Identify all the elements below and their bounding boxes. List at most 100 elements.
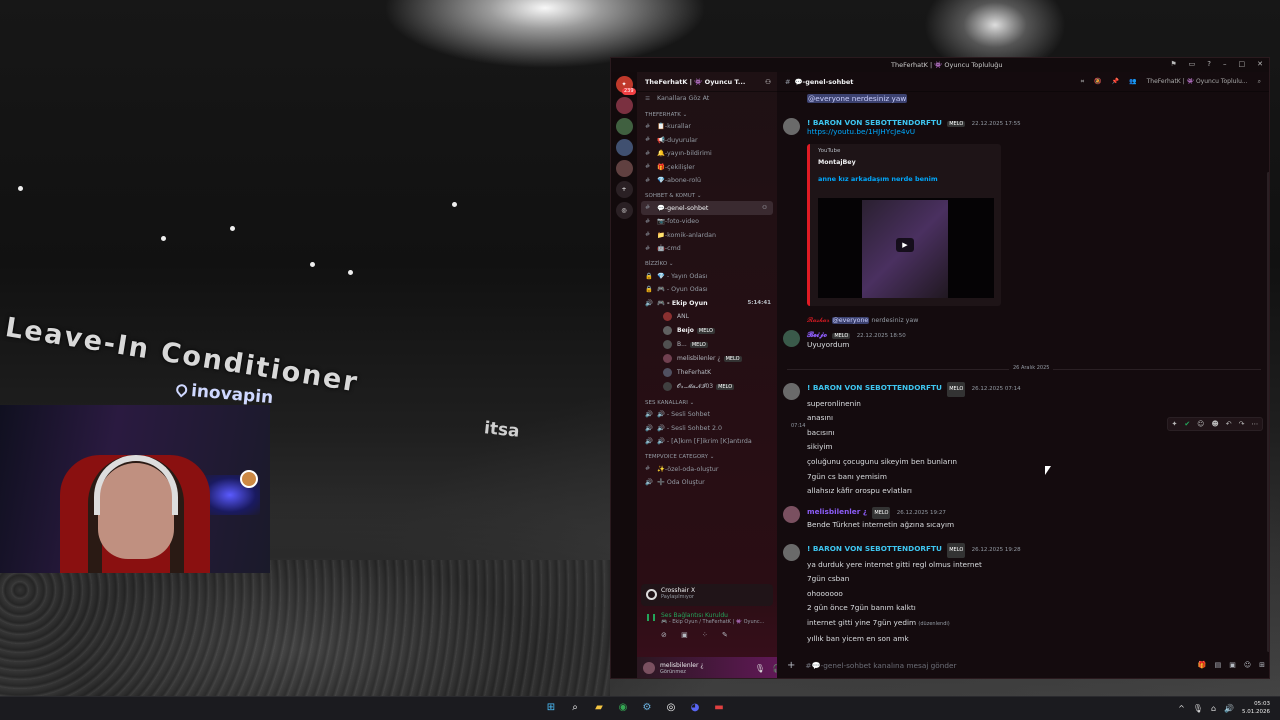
gif-icon[interactable]: ▤	[1215, 661, 1222, 669]
voice-user[interactable]: 𝓞𝓻.𝓜𝓪𝓝𝓘03 MELO	[637, 380, 777, 394]
activity-panel[interactable]: Crosshair X Paylaşılmıyor	[641, 584, 773, 606]
help-icon[interactable]: ?	[1207, 60, 1211, 68]
avatar[interactable]	[783, 118, 800, 135]
file-explorer-icon[interactable]: ▰	[592, 701, 606, 715]
members-icon[interactable]: 👥	[1129, 78, 1136, 86]
react-icon[interactable]: ✦	[1171, 420, 1177, 428]
mic-icon[interactable]: 🎙	[1193, 704, 1203, 713]
check-icon[interactable]: ✔	[1184, 420, 1190, 428]
server-icon[interactable]	[615, 160, 633, 177]
home-server-icon[interactable]: ✦ 239	[615, 76, 636, 95]
app-icon[interactable]: ◎	[664, 701, 678, 715]
avatar[interactable]	[783, 330, 800, 347]
discord-icon[interactable]: ◕	[688, 701, 702, 715]
channel-item[interactable]: # 📁-komik-anlardan	[637, 228, 777, 242]
channel-item[interactable]: # 🔔-yayın-bildirimi	[637, 147, 777, 161]
channel-item[interactable]: # 💎-abone-rolü	[637, 174, 777, 188]
add-reaction-icon[interactable]: ☻	[1211, 420, 1218, 428]
video-thumbnail[interactable]: ▶	[818, 198, 994, 298]
voice-channel-active[interactable]: 🔊 🎮 - Ekip Oyun 5:14:41	[637, 296, 777, 310]
clock[interactable]: 05:03 5.01.2026	[1242, 700, 1270, 716]
voice-channel[interactable]: 🔊 🔊 - Sesli Sohbet	[637, 408, 777, 422]
avatar[interactable]	[783, 506, 800, 523]
mic-icon[interactable]: 🎙	[755, 664, 765, 673]
server-icon[interactable]	[615, 118, 633, 135]
category-header[interactable]: BİZZİKO ⌄	[637, 255, 777, 269]
gift-icon[interactable]: 🎁	[1198, 661, 1207, 669]
screen-icon[interactable]: ▭	[1189, 60, 1196, 68]
steam-icon[interactable]: ⚙	[640, 701, 654, 715]
channel-item[interactable]: # 📋-kurallar	[637, 120, 777, 134]
add-member-icon[interactable]: ⚇	[765, 78, 771, 86]
server-icon[interactable]	[615, 97, 633, 114]
search-icon[interactable]: ⌕	[568, 701, 582, 715]
avatar[interactable]	[783, 544, 800, 561]
server-icon[interactable]	[615, 139, 633, 156]
emoji-picker-icon[interactable]: ☺	[1244, 661, 1251, 669]
forward-icon[interactable]: ↷	[1239, 420, 1245, 428]
voice-user[interactable]: melisbilenler ¿ MELO	[637, 352, 777, 366]
voice-channel[interactable]: 🔊 🔊 - [A]kım [F]ikrim [K]antırda	[637, 435, 777, 449]
windows-start-icon[interactable]: ⊞	[544, 701, 558, 715]
chrome-icon[interactable]: ◉	[616, 701, 630, 715]
voice-user[interactable]: ANL	[637, 310, 777, 324]
channel-item[interactable]: # 🤖-cmd	[637, 242, 777, 256]
voice-channel[interactable]: 🔒 💎 - Yayın Odası	[637, 269, 777, 283]
app-icon[interactable]: ▬	[712, 701, 726, 715]
reply-preview[interactable]: 𝓡𝓪𝓼𝓴𝓪𝓻 @everyone nerdesiniz yaw	[807, 317, 918, 325]
channel-item[interactable]: # 🎁-çekilişler	[637, 160, 777, 174]
volume-icon[interactable]: 🔊	[1224, 704, 1234, 713]
reply-icon[interactable]: ↶	[1226, 420, 1232, 428]
category-header[interactable]: SOHBET & KOMUT ⌄	[637, 187, 777, 201]
embed-author[interactable]: MontajBey	[818, 159, 993, 166]
scrollbar[interactable]	[1267, 172, 1269, 652]
avatar[interactable]	[783, 383, 800, 400]
channel-item[interactable]: # 📢-duyurular	[637, 133, 777, 147]
embed-title[interactable]: anne kız arkadaşım nerde benim	[818, 175, 993, 183]
threads-icon[interactable]: ⌗	[1081, 78, 1084, 86]
message-input[interactable]: #💬-genel-sohbet kanalına mesaj gönder	[805, 661, 956, 670]
voice-user[interactable]: Beıjo MELO	[637, 324, 777, 338]
search-box[interactable]: TheFerhatK | 👾 Oyuncu Toplulu...	[1147, 78, 1248, 86]
message-link[interactable]: https://youtu.be/1HJHYcJe4vU	[807, 127, 1021, 136]
message-username[interactable]: ! BARON VON SEBOTTENDORFTU	[807, 383, 942, 392]
message-username[interactable]: 𝓑𝓮𝓲𝓳𝓸	[807, 330, 827, 339]
message-username[interactable]: ! BARON VON SEBOTTENDORFTU	[807, 544, 942, 553]
category-header[interactable]: THEFERHATK ⌄	[637, 106, 777, 120]
maximize-button[interactable]: □	[1239, 60, 1246, 68]
chevron-up-icon[interactable]: ^	[1178, 704, 1185, 713]
wifi-icon[interactable]: ⌂	[1211, 704, 1216, 713]
mute-icon[interactable]: 🔕	[1094, 78, 1101, 86]
side-banner-text: itsa	[483, 418, 521, 442]
channel-item[interactable]: # 📷-foto-video	[637, 215, 777, 229]
emoji-icon[interactable]: ☺	[1197, 420, 1204, 428]
more-icon[interactable]: ⋯	[1251, 420, 1258, 428]
attach-plus-icon[interactable]: +	[787, 660, 795, 671]
voice-channel[interactable]: 🔒 🎮 - Oyun Odası	[637, 283, 777, 297]
category-header[interactable]: SES KANALLARI ⌄	[637, 394, 777, 408]
voice-channel[interactable]: 🔊 ➕ Oda Oluştur	[637, 476, 777, 490]
voice-user[interactable]: B... MELO	[637, 338, 777, 352]
channel-item-active[interactable]: # 💬-genel-sohbet ⚇	[641, 201, 773, 215]
add-server-icon[interactable]: +	[615, 181, 633, 198]
pin-icon[interactable]: 📌	[1112, 78, 1119, 86]
discover-icon[interactable]: ◎	[615, 202, 633, 219]
close-button[interactable]: ✕	[1257, 60, 1263, 68]
voice-channel[interactable]: 🔊 🔊 - Sesli Sohbet 2.0	[637, 421, 777, 435]
channel-item[interactable]: # ✨-özel-oda-oluştur	[637, 462, 777, 476]
avatar[interactable]	[643, 662, 655, 674]
browse-channels[interactable]: ≡ Kanallara Göz At	[637, 92, 777, 106]
server-header[interactable]: TheFerhatK | 👾 Oyuncu T... ⚇	[637, 72, 777, 92]
sticker-icon[interactable]: ▣	[1229, 661, 1236, 669]
message-username[interactable]: melisbilenler ¿	[807, 507, 867, 516]
invite-icon[interactable]: ⚇	[762, 205, 767, 211]
voice-user[interactable]: TheFerhatK	[637, 366, 777, 380]
apps-icon[interactable]: ⊞	[1259, 661, 1265, 669]
category-header[interactable]: TEMPVOICE CATEGORY ⌄	[637, 448, 777, 462]
inbox-icon[interactable]: ⚑	[1170, 60, 1176, 68]
play-icon[interactable]: ▶	[896, 238, 914, 252]
message-username[interactable]: ! BARON VON SEBOTTENDORFTU	[807, 118, 942, 127]
search-icon[interactable]: ⌕	[1258, 78, 1261, 86]
voice-controls[interactable]: ⊘ ▣ ⁘ ✎	[661, 631, 773, 639]
minimize-button[interactable]: –	[1223, 60, 1227, 68]
